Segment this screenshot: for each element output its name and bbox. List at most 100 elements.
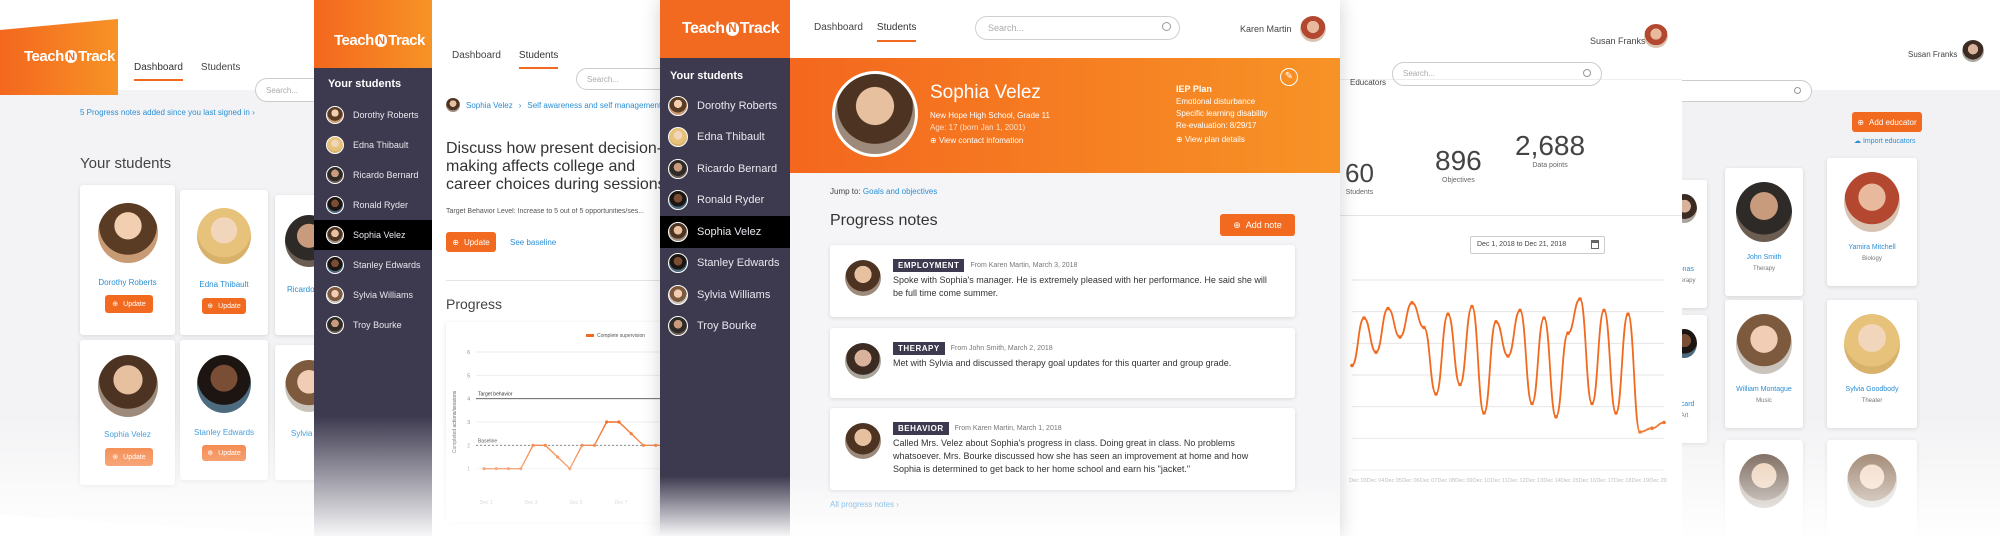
update-button[interactable]: ⊕ Update	[105, 295, 153, 313]
data-point	[1638, 430, 1642, 434]
student-card[interactable]: Ricardo	[275, 195, 320, 335]
search-input[interactable]	[1682, 80, 1812, 102]
sidebar-item-ricardo-bernard[interactable]: Ricardo Bernard	[660, 153, 790, 185]
sidebar-item-ricardo-bernard[interactable]: Ricardo Bernard	[314, 160, 432, 190]
nav-students[interactable]: Students	[201, 62, 240, 81]
x-tick-label: Dec 10	[1473, 478, 1490, 484]
x-tick-label: Dec 1	[479, 500, 492, 506]
sidebar-item-edna-thibault[interactable]: Edna Thibault	[660, 122, 790, 154]
x-tick-label: Dec 08	[1438, 478, 1455, 484]
avatar	[197, 355, 251, 413]
sidebar-item-dorothy-roberts[interactable]: Dorothy Roberts	[660, 90, 790, 122]
panel-educators: Susan Franks ⊕ Add educator ☁ Import educ…	[1682, 0, 2000, 536]
sidebar-item-sophia-velez[interactable]: Sophia Velez	[314, 220, 432, 250]
user-name[interactable]: Susan Franks	[1908, 50, 1957, 59]
nav-educators[interactable]: Educators	[1350, 78, 1386, 87]
progress-note-card[interactable]: BEHAVIOR From Karen Martin, March 1, 2018…	[830, 408, 1295, 490]
data-point	[1614, 411, 1618, 415]
progress-alert-link[interactable]: 5 Progress notes added since you last si…	[80, 108, 255, 117]
search-input[interactable]: Search...	[1392, 62, 1602, 86]
user-avatar[interactable]	[1300, 16, 1326, 42]
view-contact-link[interactable]: ⊕ View contact infomation	[930, 136, 1023, 145]
nav-students[interactable]: Students	[876, 22, 917, 42]
app-logo[interactable]: Teach N Track	[24, 48, 115, 65]
sidebar-item-troy-bourke[interactable]: Troy Bourke	[314, 310, 432, 340]
avatar	[326, 196, 344, 214]
update-button[interactable]: ⊕ Update	[446, 232, 496, 252]
educator-card[interactable]: Picard Art	[1682, 315, 1707, 443]
x-tick-label: Dec 15	[1561, 478, 1578, 484]
progress-note-card[interactable]: EMPLOYMENT From Karen Martin, March 3, 20…	[830, 245, 1295, 317]
edit-pencil-icon[interactable]: ✎	[1280, 68, 1298, 86]
plus-circle-icon: ⊕	[112, 301, 119, 308]
search-icon	[1794, 87, 1801, 94]
educator-card[interactable]: William Montague Music	[1725, 300, 1803, 428]
breadcrumb-goal[interactable]: Self awareness and self management ›	[527, 101, 666, 110]
avatar	[1682, 194, 1697, 223]
divider	[1330, 215, 1682, 216]
search-input[interactable]: Search...	[255, 78, 320, 102]
avatar	[446, 98, 460, 112]
sidebar-item-stanley-edwards[interactable]: Stanley Edwards	[660, 248, 790, 280]
educator-role: Theater	[1861, 398, 1883, 404]
breadcrumb-student[interactable]: Sophia Velez	[466, 101, 513, 110]
iep-line: Emotional disturbance	[1176, 97, 1256, 106]
update-button[interactable]: ⊕ Update	[105, 448, 153, 466]
add-educator-button[interactable]: ⊕ Add educator	[1852, 112, 1922, 132]
sidebar-item-troy-bourke[interactable]: Troy Bourke	[660, 311, 790, 343]
educator-card[interactable]: Jonas Therapy	[1682, 180, 1707, 308]
user-name[interactable]: Karen Martin	[1240, 24, 1292, 34]
sidebar-item-sylvia-williams[interactable]: Sylvia Williams	[660, 279, 790, 311]
progress-note-card[interactable]: THERAPY From John Smith, March 2, 2018 Met…	[830, 328, 1295, 398]
all-notes-link[interactable]: All progress notes ›	[830, 500, 899, 509]
sidebar-item-edna-thibault[interactable]: Edna Thibault	[314, 130, 432, 160]
sidebar-item-stanley-edwards[interactable]: Stanley Edwards	[314, 250, 432, 280]
educator-card[interactable]: John Smith Therapy	[1725, 168, 1803, 296]
nav-dashboard[interactable]: Dashboard	[814, 22, 863, 42]
educator-card[interactable]: Sylvia Goodbody Theater	[1827, 300, 1917, 428]
user-avatar[interactable]	[1962, 40, 1984, 62]
header-logo-block: Teach N Track	[0, 0, 118, 95]
app-logo[interactable]: Teach N Track	[682, 20, 780, 38]
student-card[interactable]: Edna Thibault ⊕ Update	[180, 190, 268, 335]
x-tick-label: Dec 5	[569, 500, 582, 506]
student-card[interactable]: Sophia Velez ⊕ Update	[80, 340, 175, 485]
sidebar-item-dorothy-roberts[interactable]: Dorothy Roberts	[314, 100, 432, 130]
top-nav: Dashboard Students	[814, 22, 917, 42]
student-name: Sylvia	[291, 429, 313, 438]
note-tag: BEHAVIOR	[893, 422, 949, 435]
sidebar-item-ronald-ryder[interactable]: Ronald Ryder	[314, 190, 432, 220]
date-range-value: Dec 1, 2018 to Dec 21, 2018	[1477, 241, 1567, 248]
user-name[interactable]: Susan Franks	[1590, 36, 1646, 46]
view-plan-link[interactable]: ⊕ View plan details	[1176, 135, 1245, 144]
nav-students[interactable]: Students	[518, 50, 559, 69]
data-point	[531, 443, 535, 447]
note-header: BEHAVIOR From Karen Martin, March 1, 2018	[893, 422, 1062, 435]
jump-label: Jump to:	[830, 187, 861, 196]
update-button[interactable]: ⊕ Update	[202, 445, 246, 461]
sidebar-item-ronald-ryder[interactable]: Ronald Ryder	[660, 185, 790, 217]
search-input[interactable]: Search...	[975, 16, 1180, 40]
header-logo-block: Teach N Track	[660, 0, 790, 58]
goals-objectives-link[interactable]: Goals and objectives	[863, 187, 937, 196]
sidebar-item-sylvia-williams[interactable]: Sylvia Williams	[314, 280, 432, 310]
educator-card[interactable]	[1725, 440, 1803, 536]
nav-dashboard[interactable]: Dashboard	[134, 62, 183, 81]
student-card[interactable]: Sylvia	[275, 345, 320, 480]
educator-card[interactable]	[1827, 440, 1917, 536]
see-baseline-link[interactable]: See baseline	[510, 238, 556, 247]
sidebar-item-sophia-velez[interactable]: Sophia Velez	[660, 216, 790, 248]
data-point	[1374, 350, 1378, 354]
app-logo[interactable]: Teach N Track	[334, 32, 425, 49]
nav-dashboard[interactable]: Dashboard	[452, 50, 501, 69]
educator-card[interactable]: Yamira Mitchell Biology	[1827, 158, 1917, 286]
student-card[interactable]: Stanley Edwards ⊕ Update	[180, 340, 268, 480]
import-educators-link[interactable]: ☁ Import educators	[1854, 137, 1915, 145]
data-point	[1386, 306, 1390, 311]
sidebar-item-label: Stanley Edwards	[697, 257, 780, 270]
student-card[interactable]: Dorothy Roberts ⊕ Update	[80, 185, 175, 335]
add-note-button[interactable]: ⊕ Add note	[1220, 214, 1295, 236]
user-avatar[interactable]	[1644, 24, 1668, 48]
update-button[interactable]: ⊕ Update	[202, 298, 246, 314]
date-range-picker[interactable]: Dec 1, 2018 to Dec 21, 2018	[1470, 236, 1605, 254]
